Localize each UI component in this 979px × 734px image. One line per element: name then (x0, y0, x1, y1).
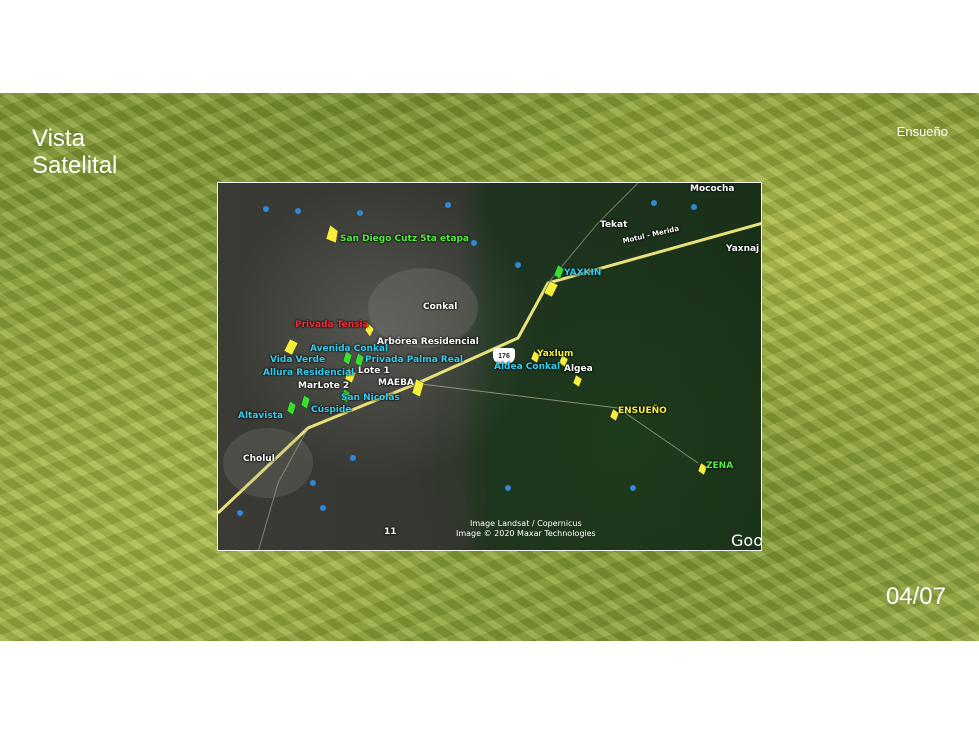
page-number: 04/07 (885, 583, 946, 610)
development-label-yaxlum: Yaxlum (537, 349, 574, 359)
development-label-san-diego: San Diego Cutz 5ta etapa (340, 234, 469, 244)
development-label-privada-tensia: Privada Tensia (295, 320, 369, 330)
place-label-yaxnaj: Yaxnaj (726, 244, 760, 254)
development-label-avenida-conkal: Avenida Conkal (310, 344, 389, 354)
poi-icon (310, 480, 316, 486)
poi-icon (237, 510, 243, 516)
attribution-line2: Image © 2020 Maxar Technologies (456, 529, 596, 538)
development-label-vida-verde: Vida Verde (270, 355, 326, 365)
place-label-tekat: Tekat (600, 220, 628, 230)
development-label-allura: Allura Residencial (263, 368, 355, 378)
pin-icon (300, 394, 311, 410)
place-label-maeba: MAEBA (378, 378, 414, 388)
poi-icon (445, 202, 451, 208)
pin-icon (283, 338, 299, 356)
development-label-zena: ZENA (706, 461, 734, 471)
map-attribution: Image Landsat / Copernicus Image © 2020 … (456, 519, 596, 539)
poi-icon (691, 204, 697, 210)
poi-icon (320, 505, 326, 511)
development-label-algea: Algea (564, 364, 593, 374)
place-label-cholul: Cholul (243, 454, 275, 464)
poi-icon (651, 200, 657, 206)
page-title-line2: Satelital (32, 152, 118, 179)
road-label-11: 11 (384, 527, 397, 537)
project-name: Ensueño (896, 124, 948, 139)
pin-icon (354, 352, 365, 368)
development-label-aldea-conkal: Aldea Conkal (494, 362, 561, 372)
development-label-arborea: Arbórea Residencial (377, 337, 479, 347)
development-label-ensueno: ENSUEÑO (618, 406, 667, 416)
poi-icon (505, 485, 511, 491)
development-label-privada-palma-real: Privada Palma Real (365, 355, 463, 365)
development-label-lote1: Lote 1 (358, 366, 390, 376)
development-label-cuspide: Cúspide (311, 405, 352, 415)
pin-icon (286, 400, 297, 416)
development-label-yaxkin: YAXKIN (564, 268, 602, 278)
pin-icon (572, 374, 583, 388)
pin-icon (553, 264, 565, 280)
development-label-altavista: Altavista (238, 411, 284, 421)
map-roads-and-pins (218, 183, 761, 550)
poi-icon (357, 210, 363, 216)
poi-icon (515, 262, 521, 268)
poi-icon (630, 485, 636, 491)
secondary-road (412, 382, 699, 464)
page-title: Vista Satelital (32, 125, 117, 179)
poi-icon (263, 206, 269, 212)
place-label-mococha: Mococha (690, 184, 735, 194)
development-label-marlote2: MarLote 2 (298, 381, 350, 391)
google-logo: Goo (731, 531, 762, 550)
development-label-san-nicolas: San Nicolás (341, 393, 400, 403)
attribution-line1: Image Landsat / Copernicus (470, 519, 582, 528)
poi-icon (350, 455, 356, 461)
poi-icon (471, 240, 477, 246)
pin-icon (325, 224, 339, 244)
page-title-line1: Vista (32, 125, 85, 152)
place-label-conkal: Conkal (423, 302, 458, 312)
poi-icon (295, 208, 301, 214)
satellite-map: 176 Mococha Tekat Motul - Merida Yaxnaj … (217, 182, 762, 551)
